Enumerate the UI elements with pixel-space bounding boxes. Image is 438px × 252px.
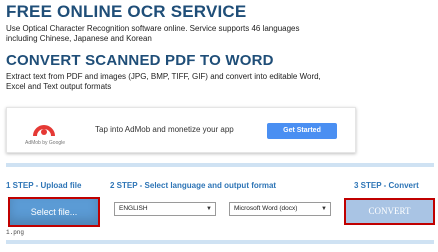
divider: [6, 163, 434, 167]
convert-button[interactable]: CONVERT: [344, 198, 435, 225]
language-select[interactable]: ENGLISH ▼: [114, 202, 216, 216]
step2-label: 2 STEP - Select language and output form…: [110, 181, 277, 190]
chevron-down-icon: ▼: [321, 206, 327, 212]
ad-text: Tap into AdMob and monetize your app: [95, 125, 234, 134]
bottom-divider: [6, 240, 434, 244]
ad-brand: AdMob by Google: [25, 140, 66, 146]
ad-get-started-button[interactable]: Get Started: [267, 123, 337, 139]
page-title: FREE ONLINE OCR SERVICE: [6, 2, 247, 21]
chevron-down-icon: ▼: [206, 206, 212, 212]
admob-logo-icon: [33, 125, 55, 137]
step3-label: 3 STEP - Convert: [354, 181, 419, 190]
step1-label: 1 STEP - Upload file: [6, 181, 82, 190]
ad-banner[interactable]: AdMob by Google Tap into AdMob and monet…: [6, 107, 356, 153]
language-select-value: ENGLISH: [119, 205, 148, 212]
output-format-select[interactable]: Microsoft Word (docx) ▼: [229, 202, 331, 216]
service-description: Use Optical Character Recognition softwa…: [6, 24, 300, 43]
select-file-button[interactable]: Select file...: [8, 197, 100, 227]
section-description: Extract text from PDF and images (JPG, B…: [6, 72, 321, 91]
selected-filename: 1.png: [6, 229, 25, 236]
output-format-select-value: Microsoft Word (docx): [234, 205, 298, 212]
section-title: CONVERT SCANNED PDF TO WORD: [6, 52, 274, 69]
